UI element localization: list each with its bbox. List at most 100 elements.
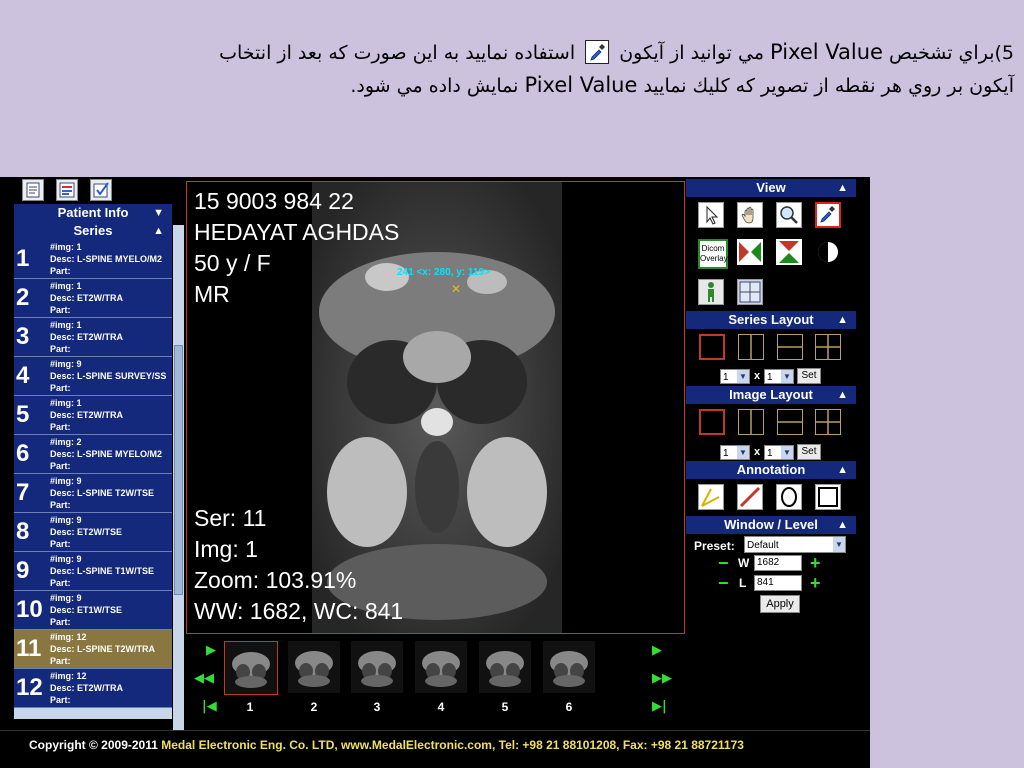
preset-select[interactable]: Default ▼ [744,536,846,553]
collapse-up-icon[interactable]: ▲ [153,222,164,240]
series-item[interactable]: 10 #img: 9 Desc: ET1W/TSE Part: [14,591,172,630]
pixel-value-pipette-icon[interactable] [815,202,841,228]
caption-text: استفاده نماييد به اين صورت كه بعد از انت… [219,42,576,64]
zoom-magnifier-icon[interactable] [776,202,802,228]
preset-value: Default [747,540,779,551]
next-page-icon[interactable]: ▶ [206,643,216,658]
series-item[interactable]: 1 #img: 1 Desc: L-SPINE MYELO/M2 Part: [14,240,172,279]
image-layout-1x2[interactable] [738,409,764,435]
image-layout-2x2[interactable] [815,409,841,435]
check-report-icon[interactable] [90,179,112,201]
chevron-down-icon[interactable]: ▼ [737,446,749,459]
collapse-down-icon[interactable]: ▼ [153,204,164,222]
series-item[interactable]: 5 #img: 1 Desc: ET2W/TRA Part: [14,396,172,435]
level-decrease-button[interactable]: − [718,574,729,592]
pipette-icon [585,40,610,64]
layout-1x2[interactable] [738,334,764,360]
caption-pixel-value-term: Pixel Value [524,73,638,97]
series-item[interactable]: 9 #img: 9 Desc: L-SPINE T1W/TSE Part: [14,552,172,591]
series-description: Desc: L-SPINE T2W/TRA [50,644,156,654]
series-number: 12 [16,674,43,701]
collapse-up-icon[interactable]: ▲ [837,311,848,329]
series-item[interactable]: 4 #img: 9 Desc: L-SPINE SURVEY/SS Part: [14,357,172,396]
grid-image-icon[interactable] [737,279,763,305]
series-item[interactable]: 8 #img: 9 Desc: ET2W/TSE Part: [14,513,172,552]
image-rows-select[interactable]: 1 ▼ [720,445,750,460]
window-increase-button[interactable]: + [810,554,821,572]
series-part: Part: [50,344,71,354]
window-level-label: Window / Level [724,517,818,532]
series-item[interactable]: 7 #img: 9 Desc: L-SPINE T2W/TSE Part: [14,474,172,513]
series-layout-header[interactable]: Series Layout ▲ [686,311,856,329]
pointer-tool-icon[interactable] [698,202,724,228]
dicom-overlay-button[interactable]: Dicom Overlay [698,239,728,269]
layout-2x1[interactable] [777,334,803,360]
window-decrease-button[interactable]: − [718,554,729,572]
series-layout-set-button[interactable]: Set [797,368,821,384]
series-header[interactable]: Series ▲ [14,222,172,240]
series-item[interactable]: 11 #img: 12 Desc: L-SPINE T2W/TRA Part: [14,630,172,669]
image-layout-1x1[interactable] [699,409,725,435]
series-item[interactable]: 2 #img: 1 Desc: ET2W/TRA Part: [14,279,172,318]
series-part: Part: [50,695,71,705]
chevron-down-icon[interactable]: ▼ [781,446,793,459]
fast-forward-icon[interactable]: ▶▶ [652,671,672,686]
rectangle-tool-icon[interactable] [815,484,841,510]
collapse-up-icon[interactable]: ▲ [837,179,848,197]
image-cols-select[interactable]: 1 ▼ [764,445,794,460]
series-description: Desc: L-SPINE SURVEY/SS [50,371,167,381]
caption-text: نمايش داده مي شود. [350,75,525,97]
angle-tool-icon[interactable] [698,484,724,510]
first-icon[interactable]: |◀ [202,699,217,714]
thumbnail-image[interactable] [479,641,531,693]
series-cols-select[interactable]: 1 ▼ [764,369,794,384]
rewind-icon[interactable]: ◀◀ [194,671,214,686]
ruler-tool-icon[interactable] [737,484,763,510]
image-layout-set-button[interactable]: Set [797,444,821,460]
layout-2x2[interactable] [815,334,841,360]
thumbnail-image[interactable] [351,641,403,693]
chevron-down-icon[interactable]: ▼ [781,370,793,383]
ellipse-tool-icon[interactable] [776,484,802,510]
scrollbar-thumb[interactable] [174,345,183,595]
thumbnail-image[interactable] [543,641,595,693]
report-icon[interactable] [56,179,78,201]
play-icon[interactable]: ▶ [652,643,662,658]
series-image-count: #img: 9 [50,359,82,369]
series-vertical-scrollbar[interactable] [173,225,184,747]
pan-hand-icon[interactable] [737,202,763,228]
series-item[interactable]: 6 #img: 2 Desc: L-SPINE MYELO/M2 Part: [14,435,172,474]
patient-info-header[interactable]: Patient Info ▼ [14,204,172,222]
thumbnail-image[interactable] [288,641,340,693]
slide-caption: 5)براي تشخيص Pixel Value مي توانيد از آي… [30,36,1014,102]
apply-button[interactable]: Apply [760,595,800,613]
last-icon[interactable]: ▶| [652,699,667,714]
series-description: Desc: ET2W/TRA [50,293,124,303]
window-level-input[interactable]: 841 [754,575,802,591]
thumbnail-image[interactable] [415,641,467,693]
image-layout-2x1[interactable] [777,409,803,435]
person-icon[interactable] [698,279,724,305]
series-rows-select[interactable]: 1 ▼ [720,369,750,384]
series-item[interactable]: 12 #img: 12 Desc: ET2W/TRA Part: [14,669,172,708]
thumbnail-image[interactable] [224,641,278,695]
level-increase-button[interactable]: + [810,574,821,592]
image-viewport[interactable]: 15 9003 984 22 HEDAYAT AGHDAS 50 y / F M… [186,181,685,634]
series-horizontal-scrollbar[interactable] [14,708,172,719]
document-icon[interactable] [22,179,44,201]
flip-horizontal-icon[interactable] [737,239,763,265]
collapse-up-icon[interactable]: ▲ [837,386,848,404]
view-header[interactable]: View ▲ [686,179,856,197]
series-item[interactable]: 3 #img: 1 Desc: ET2W/TRA Part: [14,318,172,357]
layout-1x1[interactable] [699,334,725,360]
annotation-header[interactable]: Annotation ▲ [686,461,856,479]
invert-icon[interactable] [815,239,841,265]
collapse-up-icon[interactable]: ▲ [837,461,848,479]
chevron-down-icon[interactable]: ▼ [833,537,845,552]
window-width-input[interactable]: 1682 [754,555,802,571]
image-layout-header[interactable]: Image Layout ▲ [686,386,856,404]
collapse-up-icon[interactable]: ▲ [837,516,848,534]
chevron-down-icon[interactable]: ▼ [737,370,749,383]
flip-vertical-icon[interactable] [776,239,802,265]
window-level-header[interactable]: Window / Level ▲ [686,516,856,534]
